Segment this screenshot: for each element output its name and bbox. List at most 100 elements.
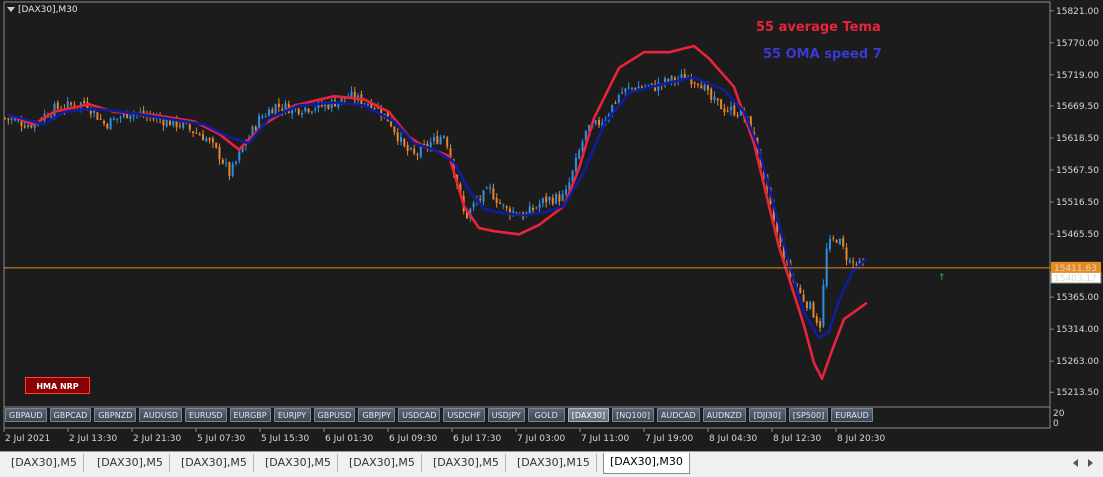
tema-line [7,44,868,380]
time-tick-label: 2 Jul 13:30 [69,434,118,444]
symbol-button-dax30[interactable]: [DAX30] [567,408,610,422]
price-tick-label: 15465.50 [1056,230,1099,240]
candle-body [116,118,119,120]
candle-body [208,138,211,141]
candle-body [693,82,696,84]
candle-body [594,120,597,124]
candle-body [647,85,650,87]
candle-body [726,110,729,112]
candle-body [416,154,419,156]
candle-body [845,247,848,260]
candle-body [634,88,637,90]
time-tick-label: 5 Jul 07:30 [197,434,246,444]
candle-body [561,193,564,201]
candle-body [825,248,828,286]
symbol-button-audusd[interactable]: AUDUSD [139,408,182,422]
candle-body [202,134,204,141]
symbol-button-gbpaud[interactable]: GBPAUD [5,408,47,422]
candle-body [103,120,105,124]
symbol-button-gbpusd[interactable]: GBPUSD [313,408,356,422]
time-tick-label: 7 Jul 19:00 [645,434,694,444]
chart-tab[interactable]: [DAX30],M5 [175,454,254,472]
symbol-button-usdchf[interactable]: USDCHF [443,408,485,422]
chart-tab[interactable]: [DAX30],M30 [603,453,690,474]
chart-tab[interactable]: [DAX30],M5 [91,454,170,472]
symbol-button-gold[interactable]: GOLD [527,408,565,422]
candle-body [393,126,396,133]
time-tick-label: 6 Jul 17:30 [453,434,502,444]
scroll-right-icon[interactable] [1088,459,1093,467]
chart-tab[interactable]: [DAX30],M5 [259,454,338,472]
candle-body [13,118,16,121]
candle-body [211,138,214,143]
candle-body [390,121,393,127]
price-tick-label: 15567.50 [1056,166,1099,176]
candle-body [637,86,640,89]
chart-window[interactable]: 15821.00 15770.00 15719.00 15669.50 15618.50… [0,0,1103,451]
indicator-lines [7,44,868,380]
time-tick-label: 5 Jul 15:30 [261,434,310,444]
legend-oma: 55 OMA speed 7 [763,47,882,62]
candle-body [730,106,732,111]
candle-body [235,161,237,164]
candle-body [192,131,195,133]
chart-tab[interactable]: [DAX30],M5 [343,454,422,472]
time-tick-label: 2 Jul 2021 [5,434,50,444]
candle-body [221,159,224,164]
scroll-left-icon[interactable] [1073,459,1078,467]
candle-body [598,119,600,126]
symbol-button-usdjpy[interactable]: USDJPY [487,408,525,422]
candle-body [7,118,10,120]
price-tick-label: 15516.50 [1056,198,1099,208]
chart-tab[interactable]: [DAX30],M15 [511,454,597,472]
candle-body [650,83,653,85]
svg-text:15403.17: 15403.17 [1054,274,1097,284]
candle-body [254,126,257,131]
chart-tab[interactable]: [DAX30],M5 [427,454,506,472]
candle-body [89,110,92,115]
candle-body [56,102,59,109]
symbol-button-euraud[interactable]: EURAUD [831,408,873,422]
candle-body [548,197,551,201]
candle-body [20,121,23,126]
candle-body [403,138,406,146]
candle-body [307,108,310,113]
candle-body [314,108,317,111]
candle-body [106,123,109,129]
price-chart[interactable]: 15821.00 15770.00 15719.00 15669.50 15618.50… [0,0,1103,451]
symbol-button-eurjpy[interactable]: EURJPY [273,408,311,422]
candle-body [835,240,838,243]
collapse-arrow-icon[interactable] [7,7,15,12]
hma-nrp-button[interactable]: HMA NRP [25,377,90,394]
symbol-button-gbpcad[interactable]: GBPCAD [49,408,92,422]
symbol-button-sp500[interactable]: [SP500] [788,408,829,422]
price-tick-label: 15365.00 [1056,293,1099,303]
candle-body [485,187,488,189]
symbol-button-gbpnzd[interactable]: GBPNZD [94,408,137,422]
symbol-button-audnzd[interactable]: AUDNZD [702,408,746,422]
symbol-button-audcad[interactable]: AUDCAD [656,408,700,422]
candle-body [855,264,858,266]
symbol-button-dji30[interactable]: [DJI30] [748,408,786,422]
candle-body [205,138,208,142]
candle-body [178,125,181,127]
indicator-scale-20: 20 [1053,409,1065,419]
candle-body [555,193,558,204]
candle-body [112,118,115,120]
chart-tab[interactable]: [DAX30],M5 [5,454,84,472]
candle-body [271,109,274,114]
chart-title: [DAX30],M30 [18,5,78,15]
symbol-button-eurusd[interactable]: EURUSD [184,408,227,422]
candle-body [505,206,508,208]
candle-body [406,144,409,152]
symbol-button-usdcad[interactable]: USDCAD [398,408,441,422]
candle-body [802,294,805,302]
candle-body [70,103,72,105]
candle-body [829,238,831,250]
candle-body [350,91,353,97]
symbol-button-gbpjpy[interactable]: GBPJPY [358,408,396,422]
symbol-button-eurgbp[interactable]: EURGBP [229,408,271,422]
time-tick-label: 8 Jul 04:30 [709,434,758,444]
candle-body [195,132,198,134]
symbol-button-nq100[interactable]: [NQ100] [612,408,654,422]
